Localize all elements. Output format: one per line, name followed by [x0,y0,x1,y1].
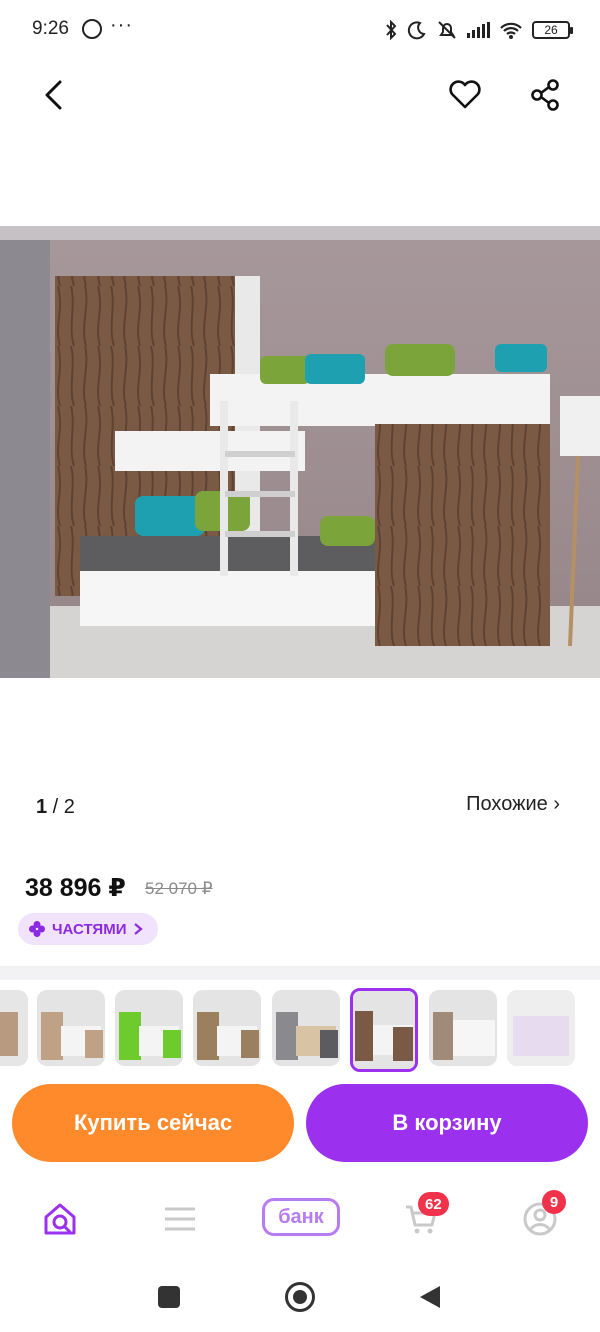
wifi-icon [500,22,522,39]
price-block: 38 896 ₽ 52 070 ₽ ЧАСТЯМИ [0,835,600,965]
mute-bell-icon [438,21,456,39]
installments-label: ЧАСТЯМИ [52,920,127,938]
bluetooth-icon [386,20,397,40]
gallery-counter: 1 / 2 [36,796,75,819]
current-price: 38 896 ₽ [25,874,126,902]
status-time: 9:26 [32,18,69,39]
tab-catalog[interactable] [155,1194,205,1244]
moon-icon [407,21,426,40]
variant-thumbnails [0,982,600,1078]
top-bar [0,62,600,128]
back-icon[interactable] [40,78,70,112]
bottom-tab-bar: банк 62 9 [0,1176,600,1260]
home-button-icon[interactable] [285,1282,315,1312]
cart-badge: 62 [418,1192,449,1216]
variant-thumbnail[interactable] [272,990,340,1066]
back-nav-icon[interactable] [418,1284,442,1310]
similar-link[interactable]: Похожие › [466,793,560,816]
home-search-icon [44,1203,76,1235]
battery-icon: 26 [532,21,573,39]
share-icon[interactable] [528,78,562,112]
add-to-cart-button[interactable]: В корзину [306,1084,588,1162]
variant-thumbnail[interactable] [0,990,28,1066]
gallery-separator: / [47,796,64,818]
section-divider [0,966,600,980]
flower-icon [29,921,45,937]
variant-thumbnail[interactable] [37,990,105,1066]
product-photo[interactable] [0,226,600,678]
system-nav-bar [0,1262,600,1332]
recents-icon[interactable] [158,1286,180,1308]
variant-thumbnail[interactable] [115,990,183,1066]
variant-thumbnail-selected[interactable] [350,988,418,1072]
variant-thumbnail[interactable] [429,990,497,1066]
tab-home[interactable] [36,1194,86,1244]
chevron-right-icon [134,923,144,935]
old-price: 52 070 ₽ [145,879,213,898]
installments-badge[interactable]: ЧАСТЯМИ [18,913,159,945]
status-bar: 9:26 ··· 26 [0,0,600,62]
gallery-total: 2 [63,796,75,818]
whatsapp-icon [82,19,102,39]
variant-thumbnail[interactable] [507,990,575,1066]
menu-icon [165,1207,195,1231]
heart-icon[interactable] [448,80,482,110]
tab-bank[interactable]: банк [262,1198,340,1236]
gallery-current: 1 [36,796,48,818]
buy-now-button[interactable]: Купить сейчас [12,1084,294,1162]
profile-badge: 9 [542,1190,566,1214]
signal-icon [467,22,490,38]
bunk-bed-image [0,226,600,678]
more-notifications-icon: ··· [110,14,133,36]
variant-thumbnail[interactable] [193,990,261,1066]
